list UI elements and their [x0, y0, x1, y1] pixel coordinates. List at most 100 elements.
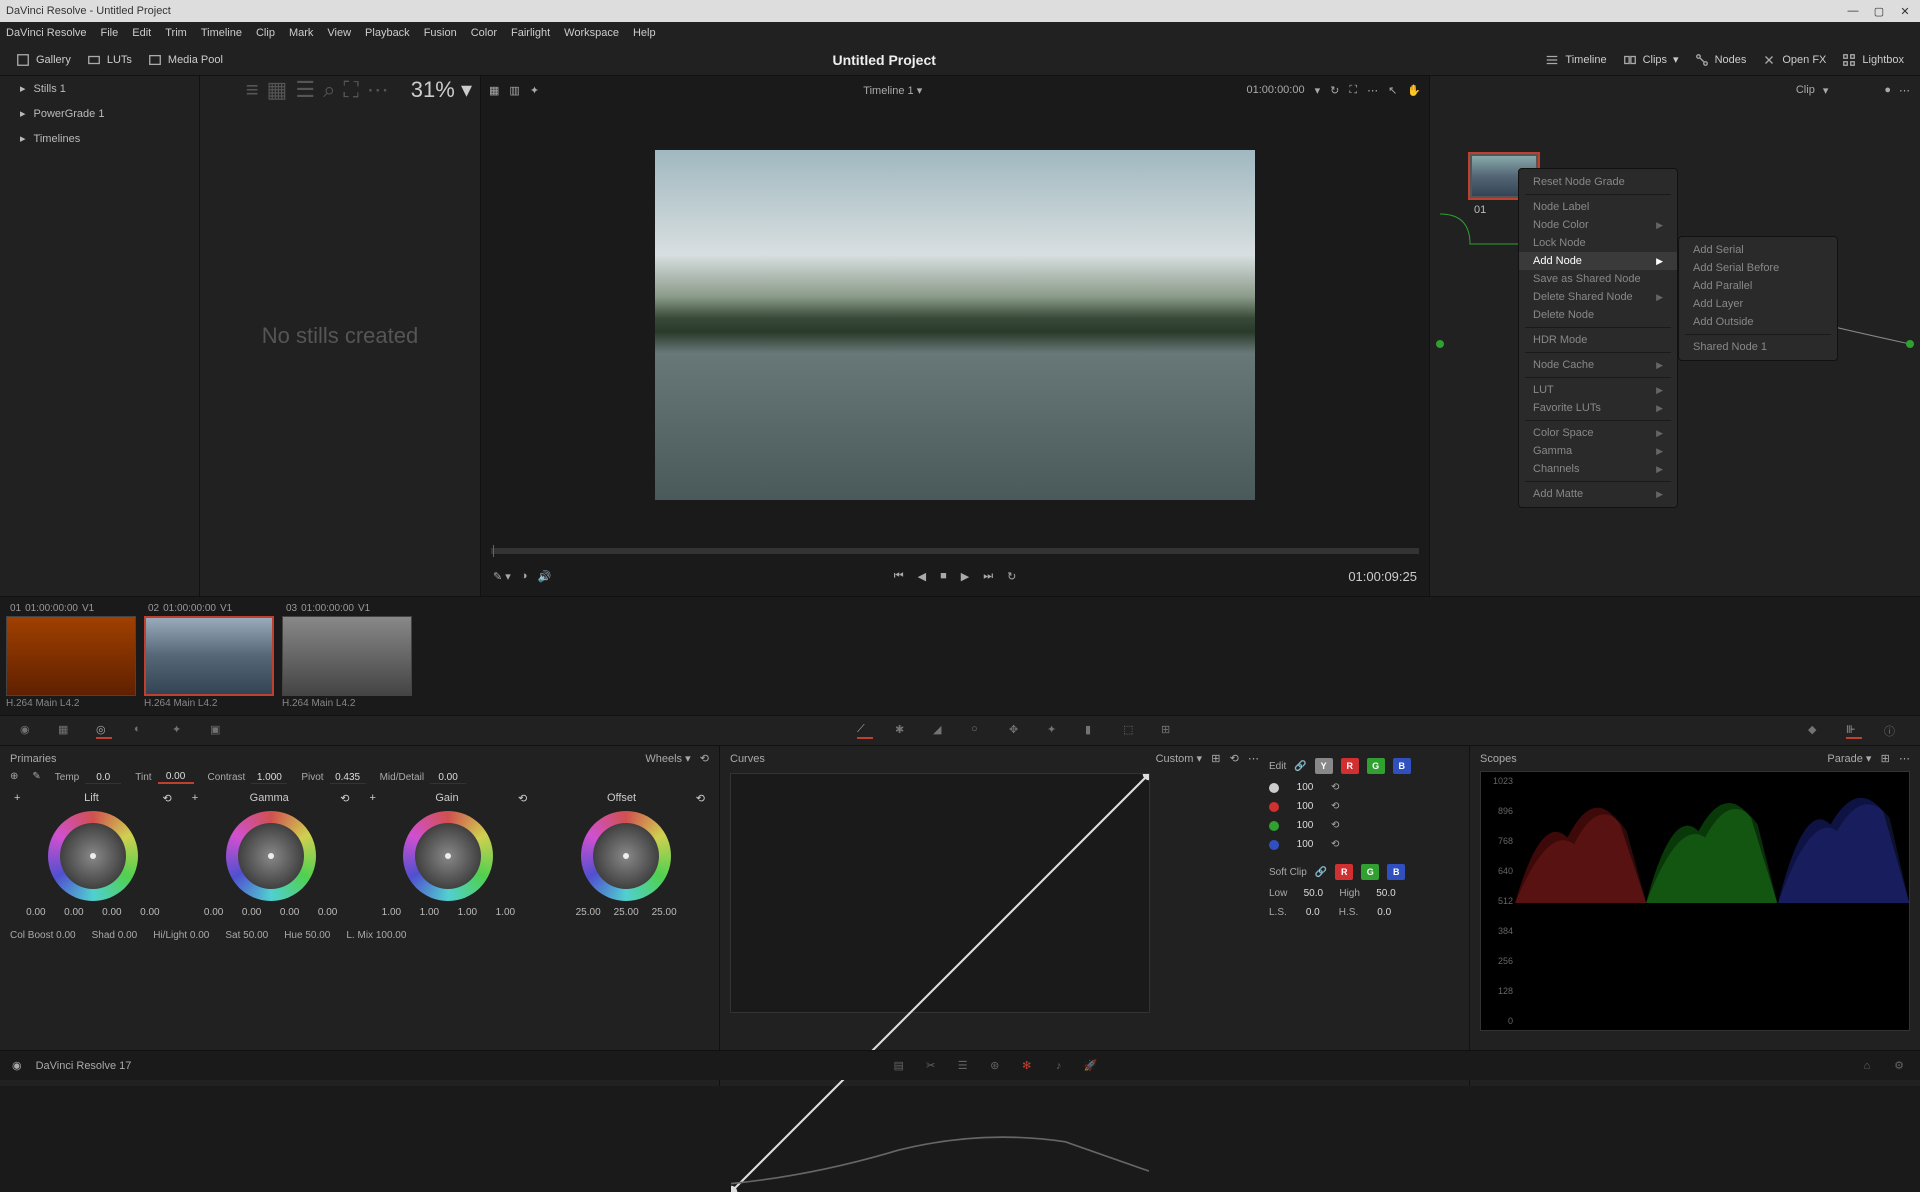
tab-motion[interactable]: ▣: [210, 723, 226, 739]
ctx-gamma[interactable]: Gamma▶: [1519, 442, 1677, 460]
gain-add-icon[interactable]: +: [370, 792, 376, 805]
ctx-reset-node-grade[interactable]: Reset Node Grade: [1519, 173, 1677, 191]
curve-editor[interactable]: [730, 773, 1150, 1013]
temp-value[interactable]: 0.0: [85, 772, 121, 784]
tint-value[interactable]: 0.00: [158, 771, 194, 784]
shad-value[interactable]: 0.00: [118, 930, 137, 941]
menu-mark[interactable]: Mark: [289, 27, 313, 39]
gain-reset-icon[interactable]: ⟲: [518, 792, 527, 805]
sc-g-button[interactable]: G: [1361, 864, 1379, 880]
scopes-mode[interactable]: Parade: [1827, 753, 1862, 765]
sidebar-powergrade[interactable]: ▸ PowerGrade 1: [0, 101, 199, 126]
ctx-fav-luts[interactable]: Favorite LUTs▶: [1519, 399, 1677, 417]
minimize-button[interactable]: —: [1844, 4, 1862, 18]
page-media[interactable]: ▤: [890, 1057, 908, 1075]
lift-add-icon[interactable]: +: [14, 792, 20, 805]
edit-b-button[interactable]: B: [1393, 758, 1411, 774]
tab-sizing[interactable]: ⊞: [1161, 723, 1177, 739]
tab-blur[interactable]: ▮: [1085, 723, 1101, 739]
viewer-mode-icon[interactable]: ▦: [489, 84, 499, 97]
menu-fairlight[interactable]: Fairlight: [511, 27, 550, 39]
timeline-scrubber[interactable]: [491, 548, 1419, 554]
curves-mode[interactable]: Custom: [1156, 753, 1194, 765]
loop-icon[interactable]: ↻: [1330, 84, 1339, 97]
expand-icon[interactable]: ⛶: [343, 77, 358, 103]
menu-color[interactable]: Color: [471, 27, 497, 39]
tab-warper[interactable]: ✱: [895, 723, 911, 739]
page-color[interactable]: ✻: [1018, 1057, 1036, 1075]
sc-link-icon[interactable]: 🔗: [1315, 867, 1327, 878]
gamma-add-icon[interactable]: +: [192, 792, 198, 805]
picker-icon[interactable]: ✎: [32, 771, 40, 784]
ctx-delete-shared[interactable]: Delete Shared Node▶: [1519, 288, 1677, 306]
sc-r-button[interactable]: R: [1335, 864, 1353, 880]
viewer-more-icon[interactable]: ⋯: [1367, 84, 1378, 97]
pivot-value[interactable]: 0.435: [330, 772, 366, 784]
settings-icon[interactable]: ⚙: [1890, 1057, 1908, 1075]
mask-icon[interactable]: ◑: [521, 570, 528, 583]
sat-value[interactable]: 50.00: [243, 930, 268, 941]
ctx-hdr-mode[interactable]: HDR Mode: [1519, 331, 1677, 349]
ch-y-reset[interactable]: ⟲: [1331, 782, 1339, 793]
page-edit[interactable]: ☰: [954, 1057, 972, 1075]
node-graph[interactable]: 01 Reset Node Grade Node Label Node Colo…: [1430, 104, 1920, 524]
sidebar-timelines[interactable]: ▸ Timelines: [0, 126, 199, 151]
ctx-add-serial-before[interactable]: Add Serial Before: [1679, 259, 1837, 277]
picker-icon[interactable]: ✎ ▾: [493, 570, 511, 583]
ctx-add-matte[interactable]: Add Matte▶: [1519, 485, 1677, 503]
hue-value[interactable]: 50.00: [305, 930, 330, 941]
search-icon[interactable]: ⌕: [323, 77, 335, 103]
tab-wheels[interactable]: ◎: [96, 723, 112, 739]
tab-tracker[interactable]: ✥: [1009, 723, 1025, 739]
last-frame-button[interactable]: ⏭: [983, 570, 993, 583]
lift-wheel[interactable]: [48, 811, 138, 901]
menu-help[interactable]: Help: [633, 27, 656, 39]
tab-scopes[interactable]: ⊪: [1846, 723, 1862, 739]
middetail-value[interactable]: 0.00: [430, 772, 466, 784]
page-fusion[interactable]: ⊛: [986, 1057, 1004, 1075]
nodes-button[interactable]: Nodes: [1687, 49, 1755, 71]
first-frame-button[interactable]: ⏮: [894, 570, 904, 583]
audio-icon[interactable]: 🔊: [537, 570, 551, 583]
mediapool-button[interactable]: Media Pool: [140, 49, 231, 71]
tab-key[interactable]: ⬚: [1123, 723, 1139, 739]
gamma-reset-icon[interactable]: ⟲: [340, 792, 349, 805]
wheels-mode[interactable]: Wheels: [645, 753, 682, 765]
colboost-value[interactable]: 0.00: [56, 930, 75, 941]
ctx-lock-node[interactable]: Lock Node: [1519, 234, 1677, 252]
more-icon[interactable]: ⋯: [367, 77, 389, 103]
edit-y-button[interactable]: Y: [1315, 758, 1333, 774]
menu-clip[interactable]: Clip: [256, 27, 275, 39]
ch-r-reset[interactable]: ⟲: [1331, 801, 1339, 812]
ctx-delete-node[interactable]: Delete Node: [1519, 306, 1677, 324]
ctx-add-parallel[interactable]: Add Parallel: [1679, 277, 1837, 295]
tab-color-match[interactable]: ▦: [58, 723, 74, 739]
menu-playback[interactable]: Playback: [365, 27, 410, 39]
timeline-name[interactable]: Timeline 1: [863, 85, 913, 97]
ch-g-val[interactable]: 100: [1287, 820, 1323, 831]
fullscreen-icon[interactable]: ⛶: [1349, 84, 1357, 97]
ctx-add-outside[interactable]: Add Outside: [1679, 313, 1837, 331]
page-fairlight[interactable]: ♪: [1050, 1057, 1068, 1075]
offset-reset-icon[interactable]: ⟲: [696, 792, 705, 805]
edit-g-button[interactable]: G: [1367, 758, 1385, 774]
lightbox-button[interactable]: Lightbox: [1834, 49, 1912, 71]
menu-fusion[interactable]: Fusion: [424, 27, 457, 39]
ctx-color-space[interactable]: Color Space▶: [1519, 424, 1677, 442]
tab-camera-raw[interactable]: ◉: [20, 723, 36, 739]
grid-icon[interactable]: ▦: [267, 77, 288, 103]
ctx-lut[interactable]: LUT▶: [1519, 381, 1677, 399]
menu-file[interactable]: File: [101, 27, 119, 39]
node-zoom-dot[interactable]: ●: [1884, 84, 1891, 96]
ctx-save-shared[interactable]: Save as Shared Node: [1519, 270, 1677, 288]
clips-button[interactable]: Clips ▾: [1615, 49, 1687, 71]
hilight-value[interactable]: 0.00: [190, 930, 209, 941]
ch-g-reset[interactable]: ⟲: [1331, 820, 1339, 831]
lmix-value[interactable]: 100.00: [376, 930, 407, 941]
viewer-split-icon[interactable]: ▥: [509, 84, 519, 97]
gain-wheel[interactable]: [403, 811, 493, 901]
viewer-preview[interactable]: [655, 150, 1255, 500]
openfx-button[interactable]: Open FX: [1754, 49, 1834, 71]
sc-high-val[interactable]: 50.0: [1368, 888, 1404, 899]
ch-y-val[interactable]: 100: [1287, 782, 1323, 793]
